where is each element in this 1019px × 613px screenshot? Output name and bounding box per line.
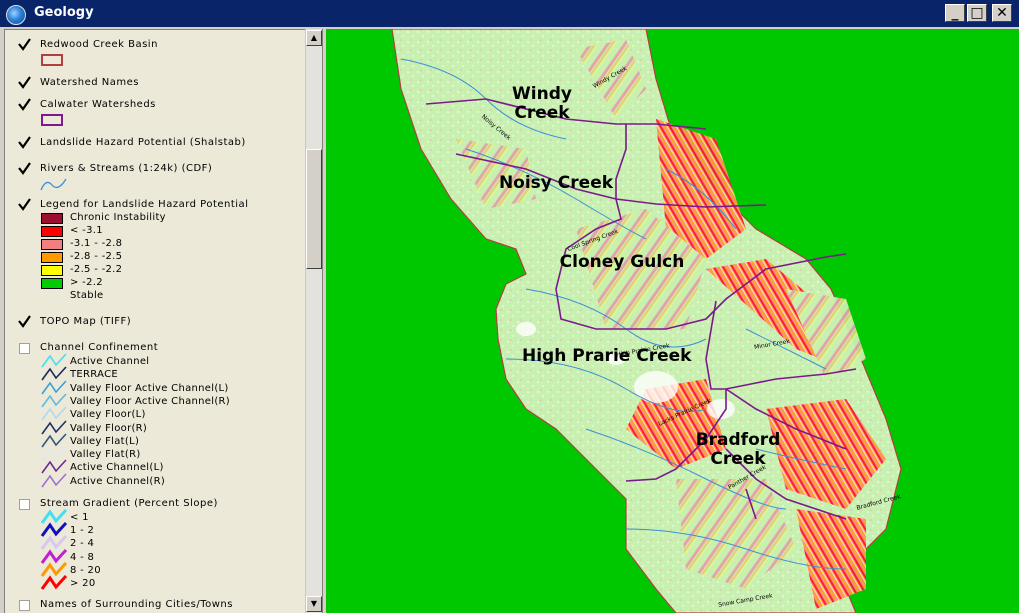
legend-label: 8 - 20: [70, 564, 101, 576]
application-window: Geology _ □ ✕ Redwood Creek Basin Waters…: [0, 0, 1019, 613]
scroll-down-arrow-icon[interactable]: ▼: [306, 596, 322, 612]
stream-line-icon: [40, 178, 67, 191]
checkbox-checked-icon[interactable]: [18, 136, 31, 149]
layer-name[interactable]: Rivers & Streams (1:24k) (CDF): [40, 163, 212, 174]
checkbox-unchecked[interactable]: [19, 499, 30, 510]
legend-label: -2.8 - -2.5: [70, 251, 123, 262]
terrain-map: [391, 29, 902, 613]
legend-label: -3.1 - -2.8: [70, 238, 123, 249]
toc-scrollbar[interactable]: ▲ ▼: [305, 29, 322, 613]
legend-swatch: [41, 213, 63, 224]
window-title: Geology: [34, 5, 94, 20]
table-of-contents: Redwood Creek Basin Watershed Names Calw…: [4, 29, 305, 613]
channel-line-icon: [40, 575, 68, 590]
legend-label: < 1: [70, 512, 89, 523]
layer-name[interactable]: Landslide Hazard Potential (Shalstab): [40, 137, 246, 148]
checkbox-checked-icon[interactable]: [18, 98, 31, 111]
legend-label: 1 - 2: [70, 525, 95, 537]
legend-label: 4 - 8: [70, 551, 95, 563]
legend-swatch: [41, 252, 63, 263]
map-view[interactable]: Windy Creek Noisy Creek Cloney Gulch High P…: [326, 29, 1019, 613]
watershed-name-label: Noisy Creek: [498, 173, 614, 193]
scroll-up-arrow-icon[interactable]: ▲: [306, 30, 322, 46]
scroll-thumb[interactable]: [306, 149, 322, 269]
checkbox-checked-icon[interactable]: [18, 38, 31, 51]
basin-outline-swatch: [41, 54, 63, 66]
checkbox-unchecked[interactable]: [19, 600, 30, 611]
legend-label: Valley Flat(L): [70, 435, 140, 447]
legend-swatch: [41, 265, 63, 276]
legend-label: Valley Floor(L): [70, 409, 146, 421]
minimize-button[interactable]: _: [945, 4, 965, 22]
layer-name[interactable]: TOPO Map (TIFF): [40, 316, 131, 327]
layer-name[interactable]: Calwater Watersheds: [40, 99, 156, 110]
checkbox-checked-icon[interactable]: [18, 76, 31, 89]
legend-label: < -3.1: [70, 225, 103, 236]
legend-label: -2.5 - -2.2: [70, 264, 123, 275]
layer-name[interactable]: Stream Gradient (Percent Slope): [40, 498, 218, 509]
legend-label: 2 - 4: [70, 538, 95, 550]
channel-line-icon: [41, 473, 67, 488]
checkbox-checked-icon[interactable]: [18, 315, 31, 328]
watershed-name-label: Bradford Creek: [695, 430, 781, 469]
layer-name[interactable]: Names of Surrounding Cities/Towns: [40, 599, 233, 610]
legend-label: > 20: [70, 578, 96, 589]
legend-label: Valley Floor(R): [70, 422, 148, 434]
maximize-button[interactable]: □: [967, 4, 987, 22]
title-bar[interactable]: Geology _ □ ✕: [0, 0, 1019, 27]
layer-name[interactable]: Redwood Creek Basin: [40, 39, 158, 50]
close-button[interactable]: ✕: [992, 4, 1012, 22]
legend-label: > -2.2: [70, 277, 103, 288]
legend-label: Valley Flat(R): [70, 449, 141, 461]
globe-icon: [6, 5, 26, 25]
legend-swatch: [41, 278, 63, 289]
layer-name[interactable]: Watershed Names: [40, 77, 139, 88]
legend-label: Stable: [70, 290, 104, 301]
legend-label: Active Channel(L): [70, 462, 164, 474]
checkbox-unchecked[interactable]: [19, 343, 30, 354]
legend-label: Valley Floor Active Channel(R): [70, 395, 230, 407]
legend-swatch: [41, 239, 63, 250]
legend-label: Valley Floor Active Channel(L): [70, 382, 229, 394]
legend-swatch: [41, 226, 63, 237]
watershed-name-label: Cloney Gulch: [559, 252, 685, 272]
legend-label: Chronic Instability: [70, 212, 166, 223]
legend-label: TERRACE: [70, 369, 118, 381]
layer-name[interactable]: Legend for Landslide Hazard Potential: [40, 199, 248, 210]
checkbox-checked-icon[interactable]: [18, 198, 31, 211]
calwater-outline-swatch: [41, 114, 63, 126]
layer-name[interactable]: Channel Confinement: [40, 342, 158, 353]
checkbox-checked-icon[interactable]: [18, 162, 31, 175]
legend-label: Active Channel(R): [70, 475, 166, 487]
legend-label: Active Channel: [70, 356, 150, 367]
